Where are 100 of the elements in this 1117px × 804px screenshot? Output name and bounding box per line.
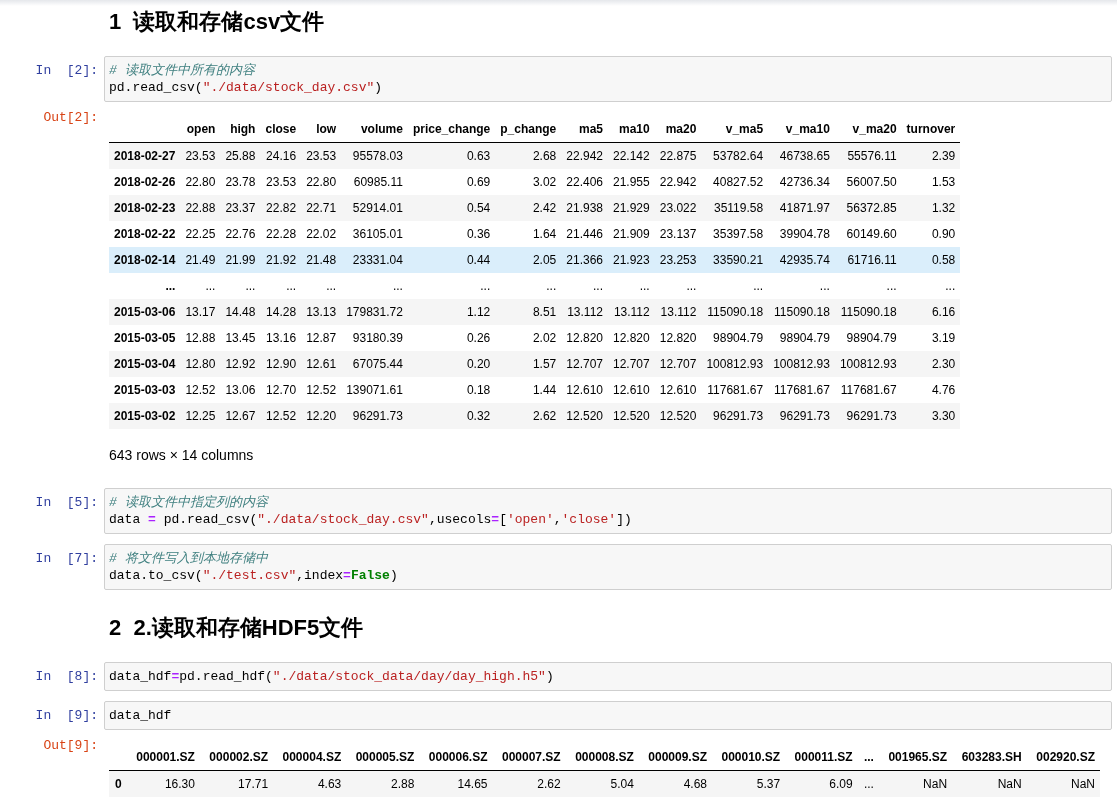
table-cell: 67075.44 (341, 351, 408, 377)
column-header: price_change (407, 116, 496, 143)
table-cell: ... (608, 273, 655, 299)
input-prompt: In [9]: (34, 707, 99, 725)
table-cell: 13.17 (180, 299, 221, 325)
code-cell[interactable]: # 读取文件中所有的内容 pd.read_csv("./data/stock_day.csv") (104, 56, 1112, 102)
table-cell: 1.53 (901, 169, 961, 195)
table-cell: ... (901, 273, 961, 299)
table-cell: 5.37 (712, 770, 786, 797)
table-cell: 12.820 (654, 325, 702, 351)
table-cell: 12.52 (301, 377, 342, 403)
table-cell: 0.20 (407, 351, 496, 377)
table-cell: 24.16 (260, 142, 302, 169)
table-cell: 21.929 (608, 195, 655, 221)
table-cell: ... (301, 273, 342, 299)
table-cell: 100812.93 (834, 351, 902, 377)
table-cell: 22.80 (301, 169, 342, 195)
column-header: 000002.SZ (199, 744, 274, 771)
table-cell: 61716.11 (834, 247, 902, 273)
row-index: 2018-02-23 (109, 195, 181, 221)
table-cell: 2.88 (346, 770, 420, 797)
table-cell: 41871.97 (768, 195, 835, 221)
table-cell: 100812.93 (701, 351, 769, 377)
table-cell: 16.30 (126, 770, 200, 797)
column-header: 000005.SZ (346, 744, 420, 771)
table-cell: 3.30 (901, 403, 961, 429)
table-cell: 12.67 (220, 403, 261, 429)
table-cell: 12.520 (654, 403, 702, 429)
table-cell: ... (260, 273, 302, 299)
section-heading: 2 2.读取和存储HDF5文件 (108, 614, 365, 642)
table-cell: 21.909 (608, 221, 655, 247)
table-cell: 23.53 (301, 142, 342, 169)
column-header: 000009.SZ (638, 744, 712, 771)
input-prompt: In [8]: (34, 668, 99, 686)
table-cell: 2.42 (495, 195, 562, 221)
table-cell: 2.62 (492, 770, 566, 797)
table-cell: 1.64 (495, 221, 562, 247)
table-cell: 0.69 (407, 169, 496, 195)
table-cell: 12.610 (608, 377, 655, 403)
table-cell: ... (654, 273, 702, 299)
column-header: close (260, 116, 302, 143)
table-cell: 2.05 (495, 247, 562, 273)
table-cell: 12.92 (220, 351, 261, 377)
table-cell: 12.87 (301, 325, 342, 351)
table-cell: 22.82 (260, 195, 302, 221)
table-cell: 12.90 (260, 351, 302, 377)
output-prompt: Out[2]: (42, 109, 99, 127)
table-cell: ... (701, 273, 769, 299)
table-cell: 13.16 (260, 325, 302, 351)
table-cell: 0.63 (407, 142, 496, 169)
table-cell: 3.19 (901, 325, 961, 351)
table-cell: 40827.52 (701, 169, 769, 195)
table-cell: 2.62 (495, 403, 562, 429)
table-cell: 60985.11 (341, 169, 408, 195)
code-cell[interactable]: # 读取文件中指定列的内容 data = pd.read_csv("./data/stock_day.csv",usecols=['open','close']) (104, 488, 1112, 534)
code-cell[interactable]: data_hdf (104, 701, 1112, 730)
table-cell: 12.61 (301, 351, 342, 377)
table-shape-text: 643 rows × 14 columns (109, 446, 255, 465)
code-cell[interactable]: # 将文件写入到本地存储中 data.to_csv("./test.csv",index=False) (104, 544, 1112, 590)
table-cell: 14.65 (419, 770, 493, 797)
table-cell: 33590.21 (701, 247, 769, 273)
input-prompt: In [2]: (34, 62, 99, 80)
table-cell: 21.92 (260, 247, 302, 273)
table-cell: 56372.85 (834, 195, 902, 221)
table-cell: 22.71 (301, 195, 342, 221)
column-header: 000004.SZ (273, 744, 347, 771)
table-cell: 95578.03 (341, 142, 408, 169)
table-cell: 21.955 (608, 169, 655, 195)
table-cell: 42935.74 (768, 247, 835, 273)
table-cell: 13.45 (220, 325, 261, 351)
table-cell: 6.16 (901, 299, 961, 325)
table-cell: 12.52 (180, 377, 221, 403)
table-cell: 22.142 (608, 142, 655, 169)
output-prompt: Out[9]: (42, 737, 99, 755)
row-index: 2015-03-02 (109, 403, 181, 429)
table-cell: 13.112 (654, 299, 702, 325)
row-index: 2018-02-27 (109, 142, 181, 169)
row-index: 2018-02-14 (109, 247, 181, 273)
table-cell: 115090.18 (701, 299, 769, 325)
table-cell: 12.707 (561, 351, 608, 377)
code-cell[interactable]: data_hdf=pd.read_hdf("./data/stock_data/day/day_high.h5") (104, 662, 1112, 691)
table-cell: 13.112 (561, 299, 608, 325)
table-cell: 93180.39 (341, 325, 408, 351)
column-header: ma20 (654, 116, 702, 143)
table-cell: 22.942 (561, 142, 608, 169)
table-cell: 14.28 (260, 299, 302, 325)
table-cell: ... (834, 273, 902, 299)
table-cell: 12.610 (654, 377, 702, 403)
row-index: 2015-03-04 (109, 351, 181, 377)
input-prompt: In [7]: (34, 550, 99, 568)
table-cell: 22.76 (220, 221, 261, 247)
table-cell: 21.446 (561, 221, 608, 247)
column-header: volume (341, 116, 408, 143)
table-cell: ... (561, 273, 608, 299)
column-header: ma5 (561, 116, 608, 143)
table-cell: 23.137 (654, 221, 702, 247)
table-cell: 179831.72 (341, 299, 408, 325)
table-cell: 56007.50 (834, 169, 902, 195)
column-header: 000011.SZ (785, 744, 858, 771)
table-cell: 21.49 (180, 247, 221, 273)
